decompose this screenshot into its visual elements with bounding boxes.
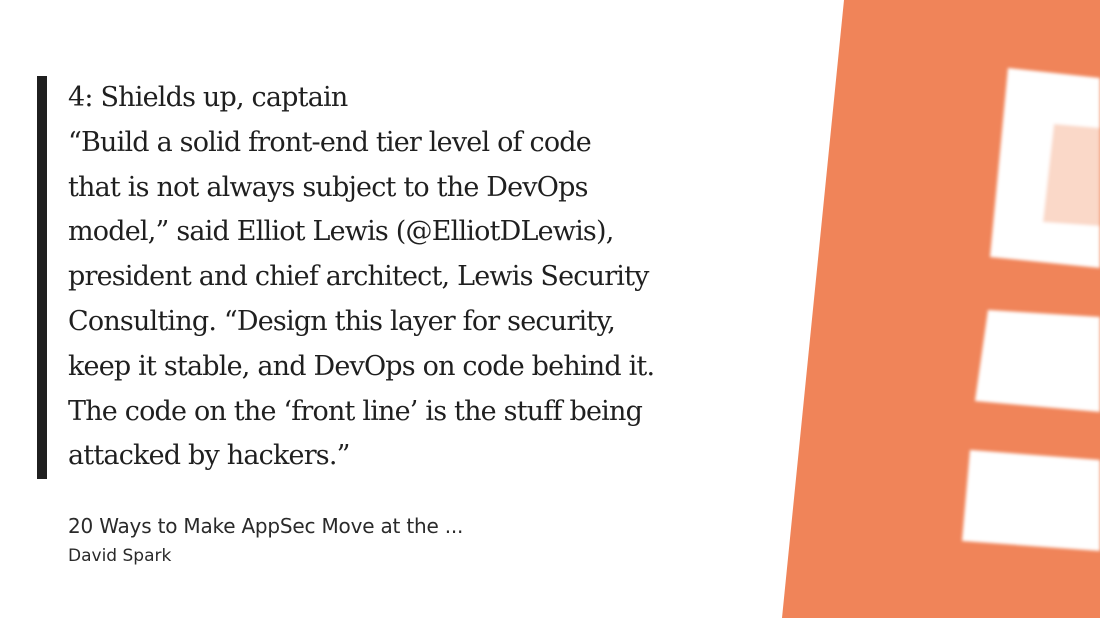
quote-line: keep it stable, and DevOps on code behin…: [68, 350, 655, 382]
logo-bar-middle: [975, 310, 1100, 412]
quote-line: “Build a solid front-end tier level of c…: [68, 126, 592, 158]
quote-bar: [37, 76, 47, 479]
orange-panel: [782, 0, 1100, 618]
quote-line: president and chief architect, Lewis Sec…: [68, 261, 649, 293]
quote-line: Consulting. “Design this layer for secur…: [68, 305, 616, 337]
logo-bar-top: [990, 68, 1100, 268]
quote-line: The code on the ‘front line’ is the stuf…: [68, 395, 643, 427]
quote-line: that is not always subject to the DevOps: [68, 171, 588, 203]
quote-heading: 4: Shields up, captain: [68, 82, 348, 113]
quote-line: model,” said Elliot Lewis (@ElliotDLewis…: [68, 216, 614, 248]
source-attribution: 20 Ways to Make AppSec Move at the ... D…: [68, 512, 588, 569]
source-title[interactable]: 20 Ways to Make AppSec Move at the ...: [68, 512, 588, 540]
quote-text: 4: Shields up, captain “Build a solid fr…: [68, 76, 718, 479]
quote-line: attacked by hackers.”: [68, 440, 350, 472]
logo-bar-bottom: [962, 450, 1100, 551]
stacked-bars-logo-icon: [962, 68, 1100, 551]
source-author: David Spark: [68, 546, 172, 566]
logo-bar-top-inner: [1043, 124, 1100, 226]
quote-block: 4: Shields up, captain “Build a solid fr…: [37, 76, 717, 479]
